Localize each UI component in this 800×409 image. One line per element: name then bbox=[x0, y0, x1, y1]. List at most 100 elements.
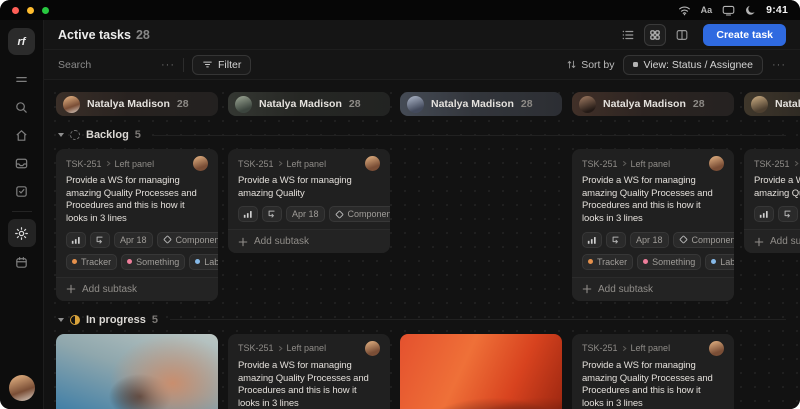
inbox-icon[interactable] bbox=[8, 150, 36, 176]
label-chip[interactable]: Tracker bbox=[582, 254, 633, 270]
collapse-caret-icon[interactable] bbox=[58, 318, 64, 322]
task-title: Provide a WS for managing amazing Qualit… bbox=[582, 175, 724, 226]
task-id: TSK-251 bbox=[582, 159, 618, 169]
dark-mode-moon-icon[interactable] bbox=[745, 5, 756, 16]
task-card[interactable]: TSK-251 Left panel Provide a WS for mana… bbox=[228, 334, 390, 409]
component-chip[interactable]: Component bbox=[157, 232, 218, 248]
assignee-header-4[interactable]: Natalya Madison 28 bbox=[572, 92, 734, 116]
section-header-in-progress[interactable]: In progress 5 bbox=[56, 314, 800, 326]
tasks-icon[interactable] bbox=[8, 178, 36, 204]
label-chip[interactable]: Something bbox=[121, 254, 185, 270]
maximize-window-button[interactable] bbox=[42, 7, 49, 14]
search-input[interactable] bbox=[58, 59, 153, 71]
sidebar-divider bbox=[12, 211, 32, 212]
task-title: Provide a WS for managing amazing Qualit… bbox=[238, 175, 380, 200]
app-logo[interactable]: rf bbox=[8, 28, 35, 55]
section-divider bbox=[170, 319, 786, 320]
task-card[interactable]: TSK-251 Left panel Provide a WS for mana… bbox=[744, 149, 800, 253]
section-count: 5 bbox=[135, 129, 141, 141]
close-window-button[interactable] bbox=[12, 7, 19, 14]
section-header-backlog[interactable]: Backlog 5 bbox=[56, 129, 800, 141]
task-card[interactable]: TSK-251 Left panel Provide a WS for mana… bbox=[572, 149, 734, 301]
label-chip[interactable]: Tracker bbox=[66, 254, 117, 270]
task-id: TSK-251 bbox=[66, 159, 102, 169]
component-chip[interactable]: Component bbox=[329, 206, 390, 222]
task-parent: Left panel bbox=[631, 343, 671, 353]
task-parent: Left panel bbox=[115, 159, 155, 169]
minimize-window-button[interactable] bbox=[27, 7, 34, 14]
columns-view-icon[interactable] bbox=[675, 28, 689, 42]
view-selector-label: View: Status / Assignee bbox=[643, 59, 753, 71]
menu-button[interactable] bbox=[8, 66, 36, 92]
due-date-chip[interactable]: Apr 18 bbox=[286, 206, 325, 222]
component-chip[interactable]: Component bbox=[673, 232, 734, 248]
add-subtask-button[interactable]: Add subtask bbox=[228, 229, 390, 253]
task-card-image-car[interactable] bbox=[400, 334, 562, 409]
avatar bbox=[193, 156, 208, 171]
chevron-right-icon bbox=[793, 160, 800, 167]
filter-button[interactable]: Filter bbox=[192, 55, 251, 75]
search-more-icon[interactable]: ··· bbox=[161, 59, 175, 71]
diamond-icon bbox=[335, 210, 344, 219]
label-chip[interactable]: Label bbox=[189, 254, 218, 270]
label-chip[interactable]: Something bbox=[637, 254, 701, 270]
backlog-status-icon bbox=[70, 130, 80, 140]
progress-bars-icon bbox=[66, 232, 86, 248]
avatar bbox=[365, 341, 380, 356]
task-title: Provide a WS for managing amazing Qualit… bbox=[238, 360, 380, 409]
list-view-icon[interactable] bbox=[621, 28, 635, 42]
task-card[interactable]: TSK-251 Left panel Provide a WS for mana… bbox=[572, 334, 734, 409]
task-title: Provide a WS for managing amazing Qualit… bbox=[582, 360, 724, 409]
label-chip[interactable]: Label bbox=[705, 254, 734, 270]
due-date-chip[interactable]: Apr 18 bbox=[630, 232, 669, 248]
section-label: In progress bbox=[86, 314, 146, 326]
plus-icon bbox=[66, 284, 76, 294]
task-id: TSK-251 bbox=[582, 343, 618, 353]
avatar bbox=[63, 96, 80, 113]
clock-time: 9:41 bbox=[766, 4, 788, 16]
avatar bbox=[709, 156, 724, 171]
in-progress-status-icon bbox=[70, 315, 80, 325]
calendar-icon[interactable] bbox=[8, 249, 36, 275]
avatar bbox=[751, 96, 768, 113]
task-id: TSK-251 bbox=[238, 159, 274, 169]
add-subtask-button[interactable]: Add subtask bbox=[572, 277, 734, 301]
assignee-header-2[interactable]: Natalya Madison 28 bbox=[228, 92, 390, 116]
view-selector-button[interactable]: View: Status / Assignee bbox=[623, 55, 763, 75]
due-date-chip[interactable]: Apr 18 bbox=[114, 232, 153, 248]
progress-bars-icon bbox=[754, 206, 774, 222]
grid-view-icon-active[interactable] bbox=[644, 24, 666, 46]
funnel-icon bbox=[202, 59, 213, 70]
assignee-header-3[interactable]: Natalya Madison 28 bbox=[400, 92, 562, 116]
user-avatar[interactable] bbox=[9, 375, 35, 401]
section-count: 5 bbox=[152, 314, 158, 326]
display-icon[interactable] bbox=[722, 5, 735, 16]
text-size-icon[interactable]: Aa bbox=[701, 5, 713, 15]
add-subtask-button[interactable]: Add subtask bbox=[56, 277, 218, 301]
collapse-caret-icon[interactable] bbox=[58, 133, 64, 137]
view-more-icon[interactable]: ··· bbox=[772, 59, 786, 71]
chevron-right-icon bbox=[621, 345, 628, 352]
sort-arrows-icon bbox=[566, 59, 577, 70]
task-card-image-watch[interactable] bbox=[56, 334, 218, 409]
section-label: Backlog bbox=[86, 129, 129, 141]
sort-by-button[interactable]: Sort by bbox=[566, 59, 614, 71]
assignee-name: Natalya Madison bbox=[775, 98, 800, 110]
add-subtask-button[interactable]: Add subtask bbox=[744, 229, 800, 253]
task-title: Provide a WS for managing amazing Qualit… bbox=[66, 175, 208, 226]
sidebar-item-sprint-active[interactable] bbox=[8, 219, 36, 247]
task-title: Provide a WS for managing amazing Qualit… bbox=[754, 175, 800, 200]
create-task-button[interactable]: Create task bbox=[703, 24, 786, 46]
search-icon[interactable] bbox=[8, 94, 36, 120]
assignee-header-1[interactable]: Natalya Madison 28 bbox=[56, 92, 218, 116]
task-card[interactable]: TSK-251 Left panel Provide a WS for mana… bbox=[56, 149, 218, 301]
toolbar-divider bbox=[183, 58, 184, 72]
section-divider bbox=[153, 135, 786, 136]
app-window: Aa 9:41 rf bbox=[0, 0, 800, 409]
task-card[interactable]: TSK-251 Left panel Provide a WS for mana… bbox=[228, 149, 390, 253]
assignee-count: 28 bbox=[521, 98, 533, 110]
page-count: 28 bbox=[136, 28, 150, 42]
assignee-header-5[interactable]: Natalya Madison 28 bbox=[744, 92, 800, 116]
home-icon[interactable] bbox=[8, 122, 36, 148]
task-parent: Left panel bbox=[631, 159, 671, 169]
